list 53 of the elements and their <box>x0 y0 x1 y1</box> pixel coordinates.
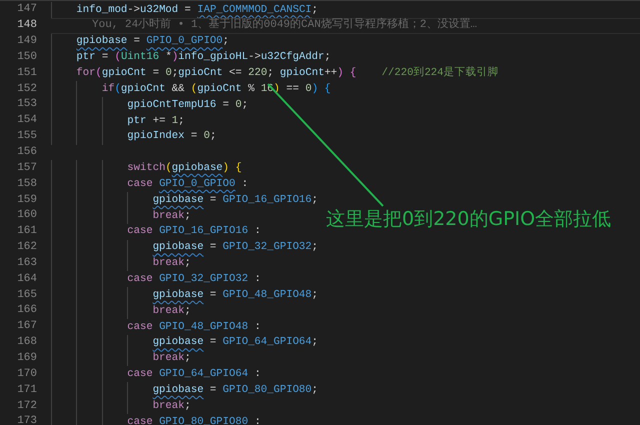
line-number: 154 <box>16 115 37 126</box>
line-number: 156 <box>16 147 37 158</box>
line-number: 151 <box>16 68 37 79</box>
line-number: 157 <box>16 162 37 174</box>
code-line: break; <box>152 400 191 412</box>
code-line: switch(gpiobase) { <box>127 163 242 174</box>
line-number: 160 <box>16 210 37 222</box>
code-line: gpiobase = GPIO_64_GPIO64; <box>152 337 318 348</box>
line-number: 171 <box>16 384 37 396</box>
line-number: 158 <box>16 178 37 190</box>
line-number: 152 <box>16 84 37 95</box>
code-line: break; <box>152 258 191 269</box>
code-line: case GPIO_16_GPIO16 : <box>127 226 261 238</box>
code-line: gpiobase = GPIO_32_GPIO32; <box>152 242 318 253</box>
line-number: 172 <box>16 400 37 412</box>
line-number: 148 <box>16 20 37 32</box>
code-line: info_mod->u32Mod = IAP_COMMMOD_CANSCI; <box>76 4 318 16</box>
code-line: case GPIO_64_GPIO64 : <box>127 369 261 380</box>
code-line: ptr += 1; <box>127 116 185 126</box>
code-line: gpiobase = GPIO_16_GPIO16; <box>152 194 318 206</box>
code-line: gpiobase = GPIO_80_GPIO80; <box>152 384 318 396</box>
code-line: break; <box>152 210 191 222</box>
line-number: 155 <box>16 131 37 142</box>
code-line: case GPIO_0_GPIO0 : <box>127 178 248 190</box>
blame-annotation: You, 24小时前 • 1、基于旧版的0049的CAN烧写引导程序移植；2、没设置… <box>92 20 478 32</box>
line-number: 168 <box>16 337 37 348</box>
line-number: 170 <box>16 368 37 380</box>
line-number: 162 <box>16 242 37 254</box>
line-number: 169 <box>16 352 37 364</box>
code-line: gpioCntTempU16 = 0; <box>127 100 248 110</box>
line-number: 173 <box>16 416 37 425</box>
code-line: gpiobase = GPIO_48_GPIO48; <box>152 290 318 300</box>
line-number: 147 <box>16 4 37 16</box>
code-line: break; <box>152 306 191 316</box>
code-line: case GPIO_32_GPIO32 : <box>127 274 261 285</box>
line-number: 163 <box>16 258 37 269</box>
annotation-text: 这里是把0到220的GPIO全部拉低 <box>326 210 612 229</box>
line-number: 165 <box>16 290 37 301</box>
code-line: case GPIO_48_GPIO48 : <box>127 322 261 332</box>
line-number: 166 <box>16 305 37 316</box>
line-number: 164 <box>16 274 37 285</box>
code-line: break; <box>152 353 191 364</box>
code-line: case GPIO_80_GPIO80 : <box>127 416 261 425</box>
line-number: 167 <box>16 321 37 332</box>
code-line: ptr = (Uint16 *)info_gpioHL->u32CfgAddr; <box>76 52 331 63</box>
line-number: 161 <box>16 226 37 238</box>
code-line: for(gpioCnt = 0;gpioCnt <= 220; gpioCnt++) { //220到224是下载引脚 <box>76 68 499 79</box>
line-number: 159 <box>16 194 37 206</box>
code-line: gpioIndex = 0; <box>127 131 216 142</box>
code-line: gpiobase = GPIO_0_GPIO0; <box>76 36 230 47</box>
line-number: 153 <box>16 99 37 110</box>
line-number: 149 <box>16 36 37 48</box>
line-number: 150 <box>16 52 37 63</box>
